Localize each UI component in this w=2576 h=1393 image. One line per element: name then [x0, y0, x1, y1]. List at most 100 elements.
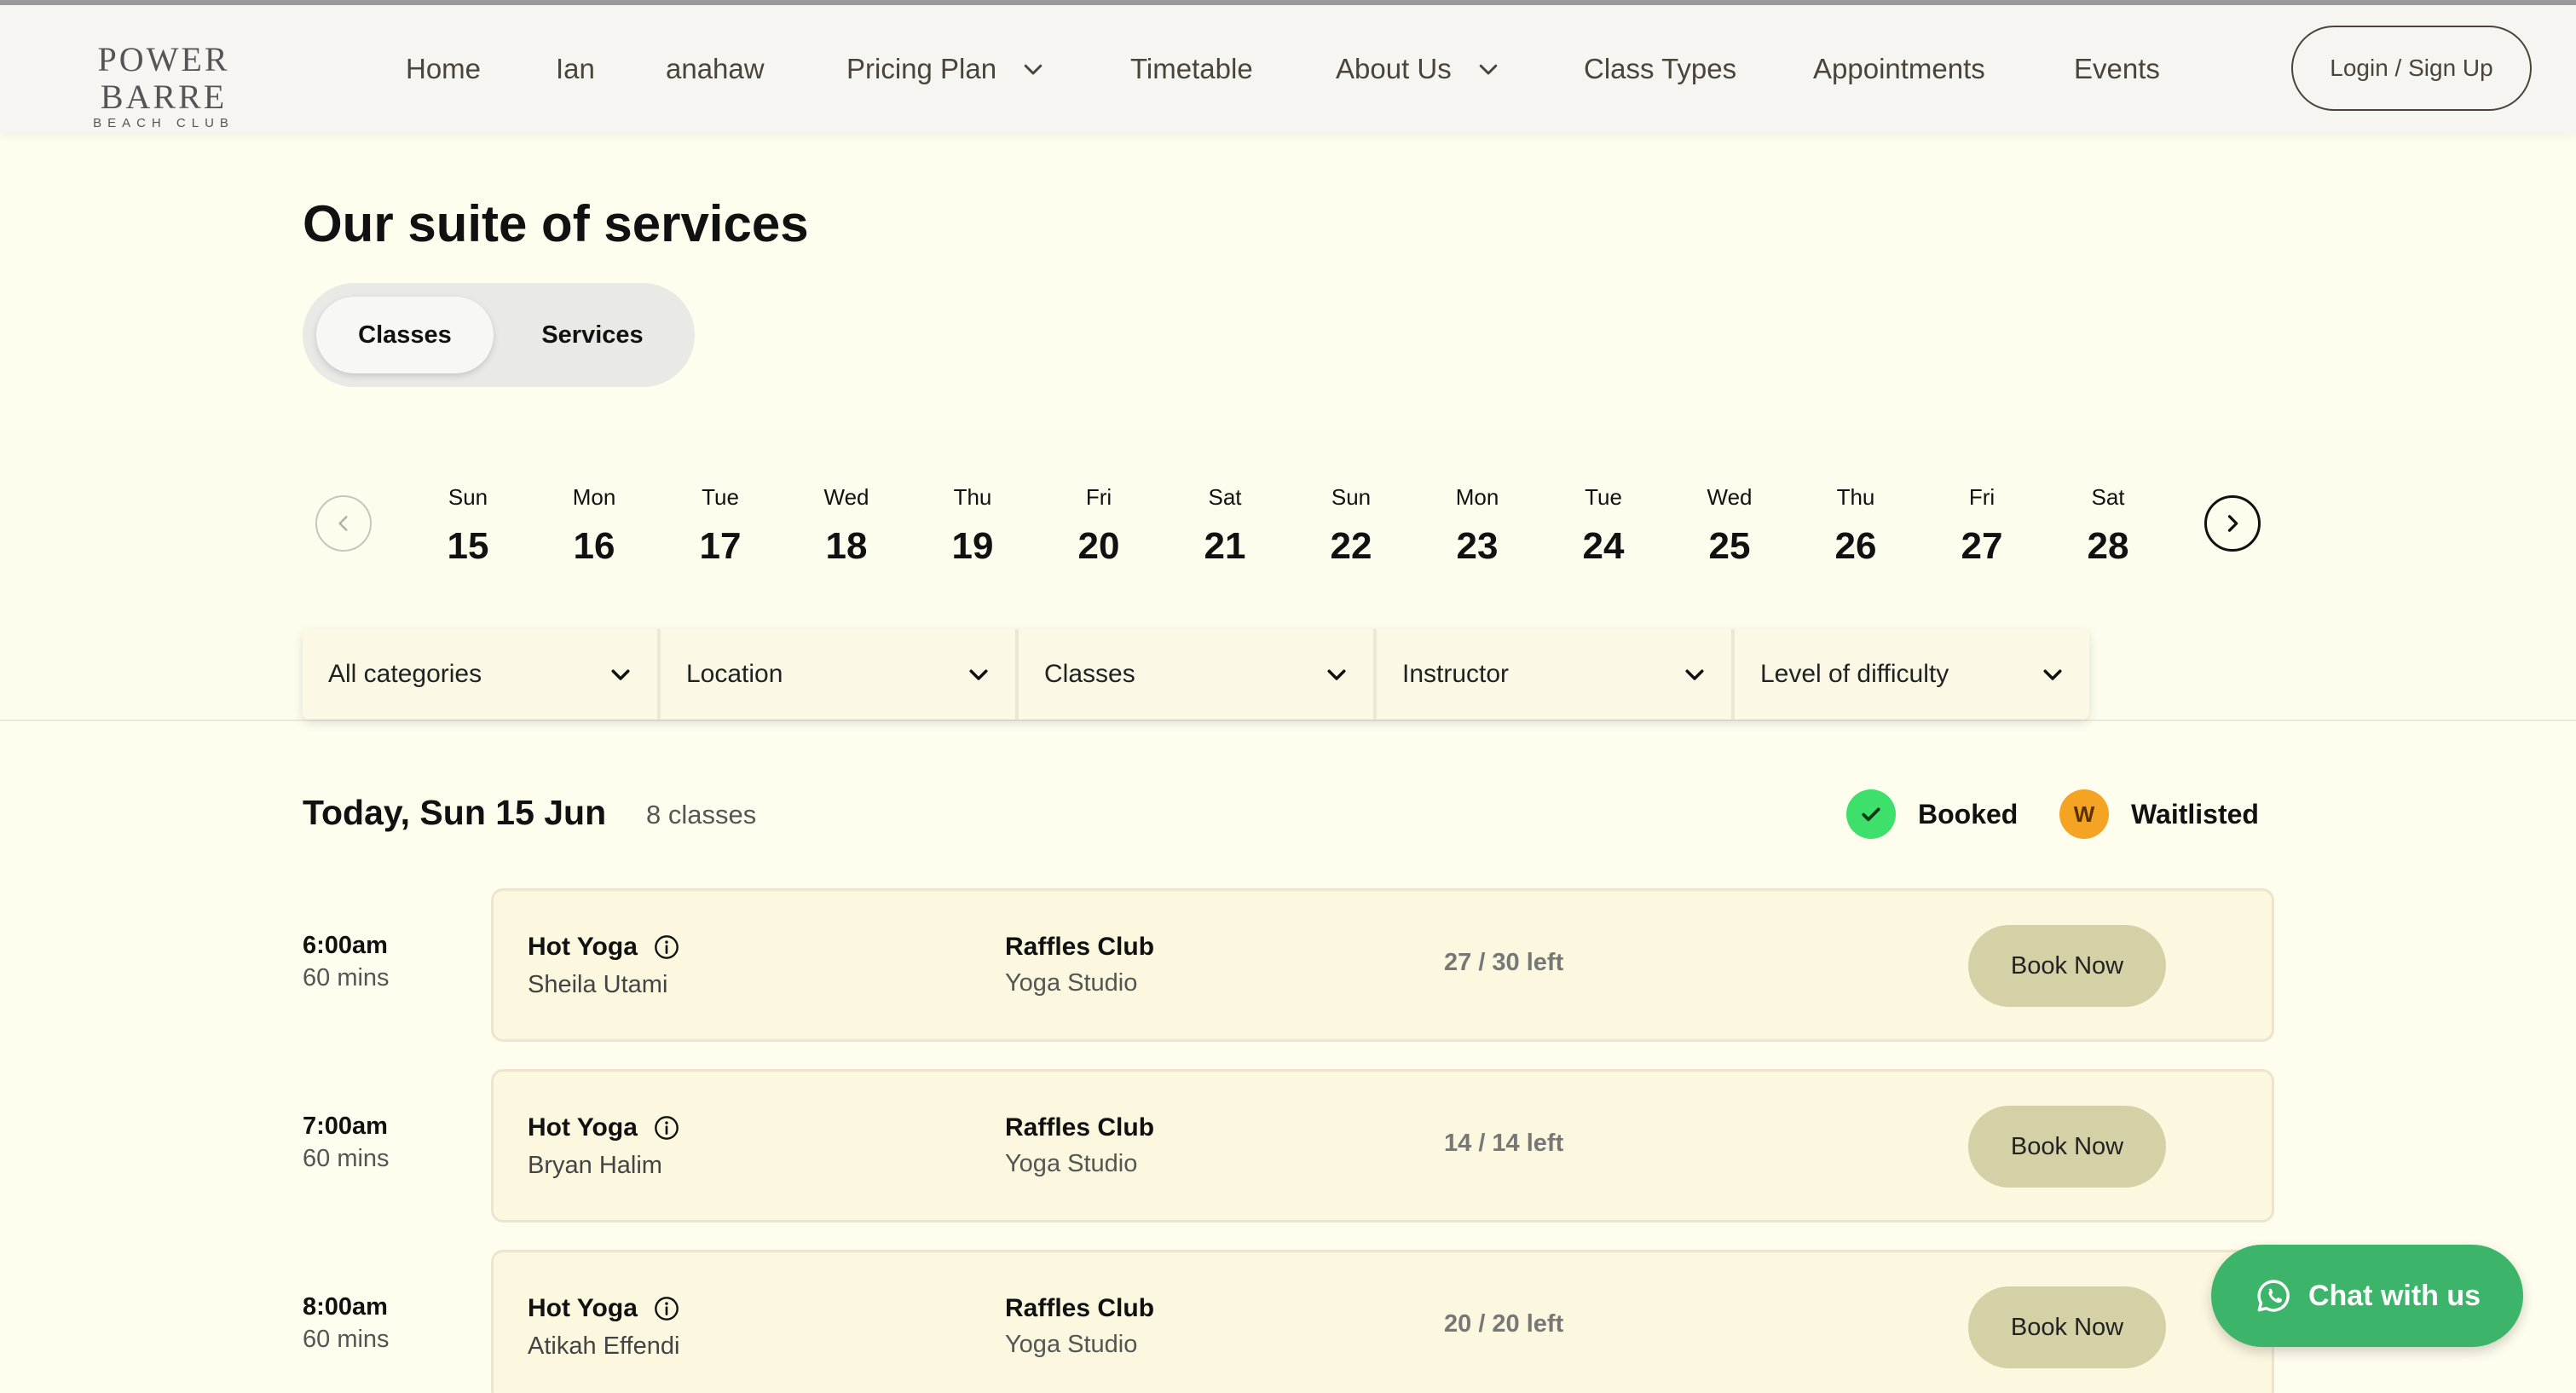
info-icon[interactable] [653, 933, 680, 961]
filter-location-dropdown[interactable]: Location [661, 629, 1019, 720]
filter-categories-dropdown[interactable]: All categories [303, 629, 661, 720]
day-number: 15 [447, 525, 489, 567]
day-number: 27 [1961, 525, 2003, 567]
date-tue-17[interactable]: Tue 17 [669, 482, 771, 569]
classes-services-toggle: Classes Services [303, 283, 695, 387]
class-room: Yoga Studio [1005, 1150, 1138, 1177]
day-name: Sun [448, 484, 488, 510]
class-start-time: 8:00am [303, 1293, 388, 1321]
class-card[interactable]: Hot Yoga Atikah Effendi Raffles Club Yog… [491, 1250, 2274, 1393]
nav-appointments[interactable]: Appointments [1813, 5, 1985, 133]
previous-dates-button[interactable] [315, 495, 372, 552]
day-name: Fri [1085, 484, 1112, 510]
day-name: Tue [702, 484, 739, 510]
day-name: Sat [1208, 484, 1242, 510]
brand-logo[interactable]: POWER BARRE BEACH CLUB [44, 41, 283, 131]
date-sun-22[interactable]: Sun 22 [1300, 482, 1402, 569]
day-name: Thu [1836, 484, 1875, 510]
chevron-down-icon [611, 669, 630, 680]
filter-label: Level of difficulty [1760, 660, 1949, 688]
day-number: 20 [1077, 525, 1120, 567]
nav-pricing-plan[interactable]: Pricing Plan [846, 5, 1046, 133]
class-instructor: Sheila Utami [528, 971, 668, 998]
nav-pricing-plan-label: Pricing Plan [846, 53, 997, 84]
filter-label: Location [686, 660, 783, 688]
class-card[interactable]: Hot Yoga Sheila Utami Raffles Club Yoga … [491, 888, 2274, 1042]
day-number: 26 [1834, 525, 1877, 567]
spots-left: 20 / 20 left [1444, 1310, 1564, 1338]
chevron-right-icon [2227, 515, 2238, 532]
class-location: Raffles Club [1005, 1294, 1155, 1322]
nav-class-types[interactable]: Class Types [1584, 5, 1736, 133]
day-name: Wed [1707, 484, 1753, 510]
class-time-block: 8:00am 60 mins [303, 1291, 473, 1355]
class-start-time: 7:00am [303, 1113, 388, 1140]
class-start-time: 6:00am [303, 932, 388, 959]
chevron-down-icon [1024, 64, 1043, 75]
tab-classes[interactable]: Classes [316, 297, 494, 373]
nav-about-us-label: About Us [1336, 53, 1452, 84]
day-number: 28 [2087, 525, 2129, 567]
tab-services[interactable]: Services [504, 297, 681, 373]
filter-bar: All categories Location Classes Instruct… [303, 629, 2089, 720]
day-name: Thu [953, 484, 992, 510]
nav-timetable[interactable]: Timetable [1130, 5, 1253, 133]
date-fri-20[interactable]: Fri 20 [1048, 482, 1150, 569]
date-sat-28[interactable]: Sat 28 [2057, 482, 2159, 569]
class-card[interactable]: Hot Yoga Bryan Halim Raffles Club Yoga S… [491, 1069, 2274, 1222]
filter-label: All categories [328, 660, 482, 688]
class-instructor: Atikah Effendi [528, 1332, 680, 1360]
nav-home[interactable]: Home [406, 5, 481, 133]
date-sat-21[interactable]: Sat 21 [1174, 482, 1276, 569]
day-number: 16 [573, 525, 615, 567]
date-tue-24[interactable]: Tue 24 [1552, 482, 1655, 569]
date-wed-25[interactable]: Wed 25 [1678, 482, 1781, 569]
date-thu-19[interactable]: Thu 19 [921, 482, 1024, 569]
date-mon-23[interactable]: Mon 23 [1426, 482, 1528, 569]
logo-wordmark: POWER BARRE [97, 40, 230, 116]
chat-label: Chat with us [2307, 1279, 2481, 1312]
day-name: Tue [1585, 484, 1622, 510]
nav-ian[interactable]: Ian [556, 5, 595, 133]
date-sun-15[interactable]: Sun 15 [417, 482, 519, 569]
legend-waitlisted: W Waitlisted [2059, 789, 2259, 840]
spots-left: 27 / 30 left [1444, 949, 1564, 976]
date-fri-27[interactable]: Fri 27 [1931, 482, 2033, 569]
nav-home-label: Home [406, 53, 482, 84]
date-mon-16[interactable]: Mon 16 [543, 482, 645, 569]
filter-classes-dropdown[interactable]: Classes [1019, 629, 1377, 720]
class-name: Hot Yoga [528, 1294, 638, 1322]
info-icon[interactable] [653, 1295, 680, 1322]
day-name: Sat [2091, 484, 2125, 510]
nav-about-us[interactable]: About Us [1336, 5, 1501, 133]
book-now-button[interactable]: Book Now [1968, 1286, 2166, 1368]
chevron-down-icon [969, 669, 988, 680]
chat-with-us-button[interactable]: Chat with us [2211, 1245, 2523, 1347]
nav-events[interactable]: Events [2074, 5, 2160, 133]
next-dates-button[interactable] [2204, 495, 2261, 552]
filter-label: Instructor [1402, 660, 1510, 688]
nav-events-label: Events [2074, 53, 2160, 84]
top-navigation-bar: POWER BARRE BEACH CLUB Home Ian anahaw P… [0, 0, 2576, 133]
filter-instructor-dropdown[interactable]: Instructor [1377, 629, 1735, 720]
info-icon[interactable] [653, 1114, 680, 1142]
class-name: Hot Yoga [528, 1113, 638, 1142]
class-time-block: 7:00am 60 mins [303, 1110, 473, 1175]
login-signup-button[interactable]: Login / Sign Up [2291, 26, 2532, 111]
day-number: 23 [1456, 525, 1499, 567]
chevron-left-icon [338, 516, 348, 531]
date-wed-18[interactable]: Wed 18 [795, 482, 898, 569]
class-location: Raffles Club [1005, 1113, 1155, 1142]
nav-anahaw[interactable]: anahaw [666, 5, 765, 133]
book-now-button[interactable]: Book Now [1968, 1106, 2166, 1188]
chevron-down-icon [1327, 669, 1346, 680]
logo-subtitle: BEACH CLUB [93, 116, 234, 130]
check-icon [1846, 789, 1896, 839]
filter-difficulty-dropdown[interactable]: Level of difficulty [1735, 629, 2089, 720]
day-number: 22 [1330, 525, 1372, 567]
book-now-button[interactable]: Book Now [1968, 925, 2166, 1007]
selected-date-heading: Today, Sun 15 Jun [303, 793, 607, 832]
date-thu-26[interactable]: Thu 26 [1805, 482, 1907, 569]
legend-booked-label: Booked [1918, 798, 2019, 829]
chevron-down-icon [1479, 64, 1497, 75]
